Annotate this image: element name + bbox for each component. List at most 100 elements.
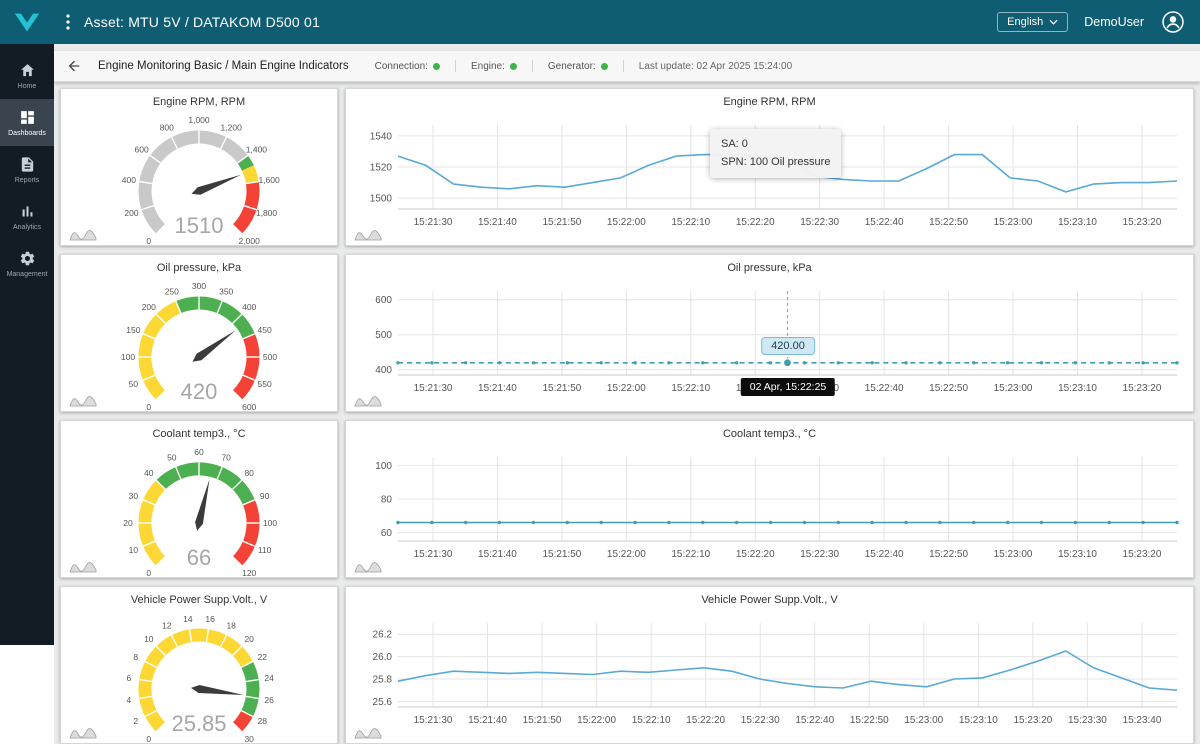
status-engine: Engine: xyxy=(471,61,517,72)
sidebar-item-reports[interactable]: Reports xyxy=(0,146,54,193)
y-tick-label: 25.8 xyxy=(373,674,393,685)
gauge-tick-label: 100 xyxy=(121,352,135,362)
chart-title: Oil pressure, kPa xyxy=(727,262,812,274)
sidebar-label: Reports xyxy=(14,177,40,184)
divider xyxy=(622,60,624,72)
y-tick-label: 80 xyxy=(381,494,393,505)
status-label: Generator: xyxy=(547,60,596,72)
gauge-tick-label: 500 xyxy=(263,352,277,362)
supply-voltage-line-chart[interactable]: 25.6 25.8 26.0 26.2 15:21:30 15:21:40 15:21:50… xyxy=(354,609,1185,737)
cursor-point xyxy=(782,358,793,368)
gauge-band xyxy=(237,155,254,171)
gauge-tick-label: 1,600 xyxy=(258,175,280,185)
y-tick-label: 1520 xyxy=(370,162,393,173)
gauge-card-oil-pressure: Oil pressure, kPa 0 50 100 150 200 250 300 350 4… xyxy=(60,254,338,412)
sidebar-label: Analytics xyxy=(12,224,41,231)
y-tick-label: 26.0 xyxy=(373,652,393,663)
chart-card-oil-pressure: Oil pressure, kPa 400 500 600 15:21:30 15:21… xyxy=(345,254,1194,412)
sidebar-item-home[interactable]: Home xyxy=(0,52,54,99)
gauge-tick-label: 400 xyxy=(242,302,256,312)
tooltip-line: SPN: 100 Oil pressure xyxy=(721,155,831,168)
datazoom-icon[interactable] xyxy=(69,229,97,241)
gauge-tick-label: 100 xyxy=(263,518,277,528)
dashboard-toolbar: Engine Monitoring Basic / Main Engine In… xyxy=(54,50,1200,82)
x-tick-label: 15:23:10 xyxy=(1058,217,1097,228)
sidebar: Home Dashboards Reports Analytics Manage… xyxy=(0,44,54,744)
datazoom-icon[interactable] xyxy=(69,561,97,573)
gauge-tick-label: 28 xyxy=(258,716,268,726)
datazoom-icon[interactable] xyxy=(69,395,97,407)
sidebar-item-analytics[interactable]: Analytics xyxy=(0,193,54,240)
divider xyxy=(531,60,533,72)
x-tick-label: 15:22:10 xyxy=(671,549,710,560)
gauge-tick-label: 1,200 xyxy=(221,123,243,133)
analytics-icon xyxy=(22,206,32,217)
gauge-tick-label: 200 xyxy=(124,208,138,218)
back-button[interactable] xyxy=(66,58,82,74)
status-label: Engine: xyxy=(470,60,505,72)
x-tick-label: 15:22:00 xyxy=(607,549,646,560)
sidebar-item-management[interactable]: Management xyxy=(0,240,54,287)
x-tick-label: 15:23:20 xyxy=(1123,217,1162,228)
gauge-title: Vehicle Power Supp.Volt., V xyxy=(130,594,268,606)
y-tick-label: 100 xyxy=(375,461,392,472)
gauge-tick-label: 110 xyxy=(258,545,272,555)
sidebar-item-dashboards[interactable]: Dashboards xyxy=(0,99,54,146)
x-tick-label: 15:22:30 xyxy=(741,715,780,726)
status-dot-generator xyxy=(600,62,608,70)
gauge-tick-label: 24 xyxy=(264,673,274,683)
gauge-value: 66 xyxy=(187,545,211,570)
gauge-tick-label: 90 xyxy=(260,491,270,501)
chart-fault-tooltip: SA: 0 SPN: 100 Oil pressure xyxy=(710,129,842,179)
x-tick-label: 15:22:40 xyxy=(795,715,834,726)
axis-tooltip: 02 Apr, 15:22:25 xyxy=(740,378,836,396)
gauge-value: 25.85 xyxy=(171,711,226,736)
app-logo[interactable] xyxy=(0,0,54,44)
x-tick-label: 15:23:00 xyxy=(994,383,1033,394)
x-tick-label: 15:23:10 xyxy=(1058,549,1097,560)
status-dot-engine xyxy=(509,62,517,70)
gauge-band xyxy=(232,333,260,400)
dashboard-content: Engine RPM, RPM 0 200 400 600 800 1,000 1,200 1… xyxy=(54,82,1200,744)
x-tick-label: 15:23:00 xyxy=(904,715,943,726)
x-tick-label: 15:22:40 xyxy=(865,383,904,394)
gauge-tick-label: 8 xyxy=(133,652,138,662)
sidebar-label: Management xyxy=(6,271,48,278)
datazoom-icon[interactable] xyxy=(354,561,382,573)
x-tick-label: 15:22:10 xyxy=(632,715,671,726)
gauge-tick-label: 20 xyxy=(244,634,254,644)
user-avatar-icon[interactable] xyxy=(1160,9,1186,35)
datazoom-icon[interactable] xyxy=(354,395,382,407)
status-dot-connection xyxy=(432,62,440,70)
datazoom-icon[interactable] xyxy=(354,727,382,739)
x-tick-label: 15:23:00 xyxy=(994,549,1033,560)
status-generator: Generator: xyxy=(548,61,608,72)
x-tick-label: 15:23:10 xyxy=(1058,383,1097,394)
datazoom-icon[interactable] xyxy=(69,727,97,739)
gauge-tick-label: 120 xyxy=(242,568,256,577)
chart-card-engine-rpm: Engine RPM, RPM 1500 1520 1540 15:21:30 15:2… xyxy=(345,88,1194,246)
dashboard-row-engine-rpm: Engine RPM, RPM 0 200 400 600 800 1,000 1,200 1… xyxy=(60,88,1194,246)
x-tick-label: 15:22:50 xyxy=(850,715,889,726)
supply-voltage-gauge: 02468101214 161820222426283025.85 xyxy=(127,614,275,743)
chart-title: Engine RPM, RPM xyxy=(723,96,816,108)
x-tick-label: 15:21:30 xyxy=(414,217,453,228)
language-select[interactable]: English xyxy=(997,12,1069,32)
gauge-tick-label: 18 xyxy=(226,621,236,631)
kebab-menu-icon[interactable] xyxy=(64,12,72,32)
datazoom-icon[interactable] xyxy=(354,229,382,241)
gauge-tick-label: 60 xyxy=(194,447,204,457)
gauge-tick-label: 22 xyxy=(258,652,268,662)
x-tick-label: 15:21:30 xyxy=(414,383,453,394)
x-tick-label: 15:23:10 xyxy=(959,715,998,726)
gauge-card-supply-voltage: Vehicle Power Supp.Volt., V 0 2 4 6 8 10 12 14 1… xyxy=(60,586,338,744)
chart-title: Vehicle Power Supp.Volt., V xyxy=(701,594,838,606)
x-tick-label: 15:21:30 xyxy=(414,715,453,726)
coolant-temp-gauge: 0 10 20 30 40 50 60 70 80 90 100 110 120 66 xyxy=(123,447,277,577)
x-tick-label: 15:21:40 xyxy=(478,383,517,394)
language-label: English xyxy=(1007,16,1044,28)
y-tick-label: 400 xyxy=(375,365,392,376)
gauge-tick-label: 16 xyxy=(205,614,215,624)
coolant-temp-line-chart[interactable]: 60 80 100 15:21:30 15:21:40 15:21:50 15:22:00 1… xyxy=(354,443,1185,571)
gauge-tick-label: 14 xyxy=(183,614,193,624)
